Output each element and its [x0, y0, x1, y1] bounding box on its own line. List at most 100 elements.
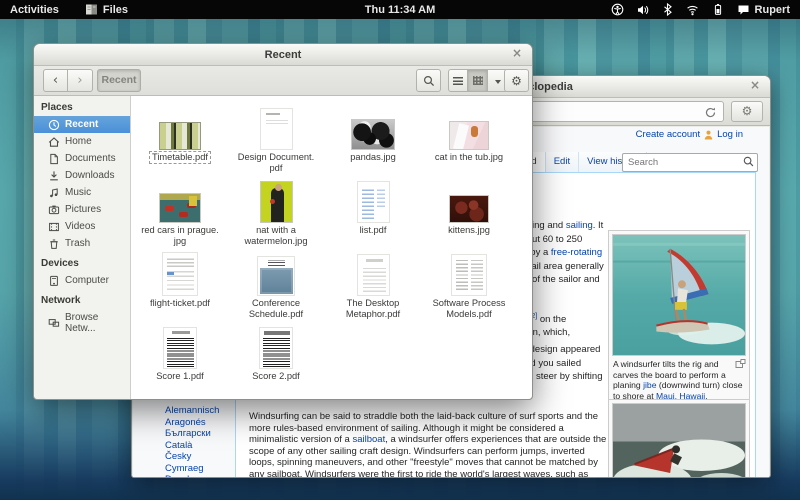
accessibility-icon[interactable] — [611, 3, 624, 16]
files-window-title: Recent — [265, 49, 302, 61]
search-button[interactable] — [416, 69, 441, 92]
breadcrumb-recent[interactable]: Recent — [97, 69, 141, 92]
sidebar-item-music[interactable]: Music — [34, 184, 130, 201]
sailboat-link[interactable]: sailboat — [352, 434, 385, 445]
sidebar-item-videos[interactable]: Videos — [34, 218, 130, 235]
file-grid: Timetable.pdf Design Document. pdf panda… — [131, 96, 532, 399]
waves-photo — [612, 403, 746, 477]
forward-button[interactable]: › — [68, 69, 93, 92]
article-image-windsurfer[interactable]: A windsurfer tilts the rig and carves th… — [608, 230, 750, 406]
windsurfer-photo — [612, 234, 746, 356]
user-menu[interactable]: Rupert — [737, 4, 790, 16]
sailing-link[interactable]: sailing — [566, 220, 593, 231]
language-link[interactable]: Dansk — [165, 474, 219, 477]
sidebar-item-pictures[interactable]: Pictures — [34, 201, 130, 218]
file-timetable[interactable]: Timetable.pdf — [132, 104, 228, 176]
document-icon — [48, 153, 60, 165]
image-caption: A windsurfer tilts the rig and carves th… — [612, 356, 746, 402]
download-icon — [48, 170, 60, 182]
file-flight-ticket[interactable]: flight-ticket.pdf — [132, 250, 228, 322]
top-bar: Activities Files Thu 11:34 AM Rupert — [0, 0, 800, 19]
photo-thumbnail — [449, 195, 489, 223]
battery-icon[interactable] — [712, 3, 724, 16]
tab-edit[interactable]: Edit — [545, 152, 578, 172]
browser-close-button[interactable]: × — [747, 78, 763, 94]
grid-view-button[interactable] — [468, 69, 488, 92]
pdf-thumbnail — [163, 327, 197, 369]
sidebar-item-recent[interactable]: Recent — [34, 116, 130, 133]
photo-thumbnail — [260, 181, 293, 223]
language-list: Alemannisch Aragonés Български Català Če… — [165, 405, 219, 477]
computer-icon — [48, 275, 60, 287]
language-link[interactable]: Català — [165, 440, 219, 452]
network-browse-icon — [48, 317, 60, 329]
pdf-thumbnail — [162, 252, 198, 296]
file-software-process[interactable]: Software Process Models.pdf — [421, 250, 517, 322]
pdf-thumbnail — [259, 327, 293, 369]
clock-icon — [48, 119, 60, 131]
pdf-thumbnail — [260, 108, 293, 150]
files-toolbar: ‹ › Recent ⚙ — [34, 66, 532, 96]
language-link[interactable]: Česky — [165, 451, 219, 463]
file-red-cars[interactable]: red cars in prague. jpg — [132, 177, 228, 249]
bluetooth-icon[interactable] — [663, 3, 673, 16]
grid-icon — [473, 76, 483, 85]
gear-button[interactable]: ⚙ — [504, 69, 529, 92]
music-icon — [48, 187, 60, 199]
app-menu[interactable]: Files — [85, 3, 128, 16]
file-cat-in-the-tub[interactable]: cat in the tub.jpg — [421, 104, 517, 176]
sidebar-item-browse-network[interactable]: Browse Netw... — [34, 309, 130, 336]
chevron-down-icon — [495, 80, 501, 84]
language-link[interactable]: Cymraeg — [165, 463, 219, 475]
language-link[interactable]: Български — [165, 428, 219, 440]
files-app-icon — [85, 3, 98, 16]
sidebar-item-downloads[interactable]: Downloads — [34, 167, 130, 184]
reload-icon[interactable] — [703, 105, 718, 120]
back-button[interactable]: ‹ — [43, 69, 68, 92]
sidebar-item-trash[interactable]: Trash — [34, 235, 130, 252]
camera-icon — [48, 204, 60, 216]
search-icon[interactable] — [743, 156, 754, 167]
language-link[interactable]: Alemannisch — [165, 405, 219, 417]
files-sidebar: Places Recent Home Documents Downloads M… — [34, 96, 131, 399]
file-kittens[interactable]: kittens.jpg — [421, 177, 517, 249]
file-conference-schedule[interactable]: Conference Schedule.pdf — [228, 250, 324, 322]
files-close-button[interactable]: × — [509, 46, 525, 62]
wiki-search — [622, 152, 758, 171]
search-icon — [423, 75, 435, 87]
jibe-link[interactable]: jibe — [643, 380, 656, 390]
language-link[interactable]: Aragonés — [165, 417, 219, 429]
file-pandas[interactable]: pandas.jpg — [325, 104, 421, 176]
wiki-search-input[interactable] — [622, 153, 758, 172]
user-icon — [704, 130, 713, 140]
file-list[interactable]: list.pdf — [325, 177, 421, 249]
browser-gear-button[interactable]: ⚙ — [731, 101, 763, 122]
file-desktop-metaphor[interactable]: The Desktop Metaphor.pdf — [325, 250, 421, 322]
pdf-thumbnail — [357, 181, 390, 223]
username-label: Rupert — [755, 4, 790, 16]
sidebar-item-home[interactable]: Home — [34, 133, 130, 150]
photo-thumbnail — [159, 193, 201, 223]
enlarge-icon[interactable] — [735, 359, 746, 369]
pdf-thumbnail — [357, 254, 390, 296]
article-paragraph: Windsurfing can be said to straddle both… — [249, 411, 609, 477]
files-titlebar[interactable]: Recent × — [34, 44, 532, 66]
login-link[interactable]: Log in — [717, 129, 743, 140]
files-window: Recent × ‹ › Recent ⚙ Places Recent Home — [33, 43, 533, 400]
sidebar-header-network: Network — [34, 289, 130, 309]
volume-icon[interactable] — [637, 4, 650, 16]
network-icon[interactable] — [686, 4, 699, 16]
file-design-document[interactable]: Design Document. pdf — [228, 104, 324, 176]
chat-bubble-icon — [737, 4, 750, 16]
file-score-1[interactable]: Score 1.pdf — [132, 323, 228, 395]
pdf-thumbnail — [451, 254, 487, 296]
file-score-2[interactable]: Score 2.pdf — [228, 323, 324, 395]
article-image-waves[interactable] — [608, 399, 750, 477]
sidebar-item-documents[interactable]: Documents — [34, 150, 130, 167]
create-account-link[interactable]: Create account — [636, 129, 700, 140]
sidebar-item-computer[interactable]: Computer — [34, 272, 130, 289]
activities-button[interactable]: Activities — [10, 4, 59, 16]
trash-icon — [48, 238, 60, 250]
file-nat-watermelon[interactable]: nat with a watermelon.jpg — [228, 177, 324, 249]
list-view-button[interactable] — [448, 69, 468, 92]
